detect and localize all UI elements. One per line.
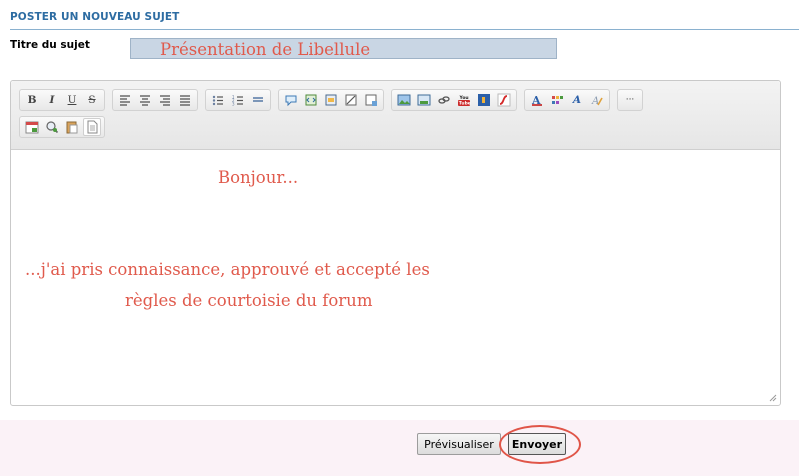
section-divider bbox=[10, 29, 799, 30]
spoiler-icon[interactable] bbox=[322, 91, 340, 109]
strikethrough-icon[interactable]: S bbox=[83, 91, 101, 109]
svg-text:3: 3 bbox=[232, 102, 235, 107]
toolbar-row-2 bbox=[19, 116, 112, 138]
align-center-icon[interactable] bbox=[136, 91, 154, 109]
upload-image-icon[interactable] bbox=[415, 91, 433, 109]
italic-icon[interactable]: I bbox=[43, 91, 61, 109]
svg-text:A: A bbox=[591, 96, 599, 107]
message-editor: B I U S 123 You Tube A A A ··· Bonjour..… bbox=[10, 80, 781, 406]
image-icon[interactable] bbox=[395, 91, 413, 109]
align-justify-icon[interactable] bbox=[176, 91, 194, 109]
align-right-icon[interactable] bbox=[156, 91, 174, 109]
bold-icon[interactable]: B bbox=[23, 91, 41, 109]
paste-icon[interactable] bbox=[63, 118, 81, 136]
editor-toolbar: B I U S 123 You Tube A A A ··· bbox=[11, 81, 780, 150]
source-mode-icon[interactable] bbox=[83, 118, 101, 136]
toolbar-row-1: B I U S 123 You Tube A A A ··· bbox=[19, 89, 650, 111]
subject-label: Titre du sujet bbox=[10, 39, 90, 51]
message-line-2: ...j'ai pris connaissance, approuvé et a… bbox=[25, 260, 430, 279]
color-palette-icon[interactable] bbox=[548, 91, 566, 109]
toolbar-group-text-style: B I U S bbox=[19, 89, 105, 111]
toolbar-group-more: ··· bbox=[617, 89, 643, 111]
hide-icon[interactable] bbox=[342, 91, 360, 109]
toolbar-group-media: You Tube bbox=[391, 89, 517, 111]
more-icon[interactable]: ··· bbox=[621, 91, 639, 109]
font-color-icon[interactable]: A bbox=[528, 91, 546, 109]
align-left-icon[interactable] bbox=[116, 91, 134, 109]
search-icon[interactable] bbox=[43, 118, 61, 136]
date-icon[interactable] bbox=[23, 118, 41, 136]
send-button[interactable]: Envoyer bbox=[508, 433, 566, 455]
action-bar bbox=[0, 420, 799, 476]
youtube-icon[interactable]: You Tube bbox=[455, 91, 473, 109]
numbered-list-icon[interactable]: 123 bbox=[229, 91, 247, 109]
youtube-label-tube: Tube bbox=[459, 101, 471, 107]
toolbar-group-blocks bbox=[278, 89, 384, 111]
preview-button[interactable]: Prévisualiser bbox=[417, 433, 501, 455]
section-title: POSTER UN NOUVEAU SUJET bbox=[10, 11, 180, 23]
font-face-icon[interactable]: A bbox=[568, 91, 586, 109]
quote-icon[interactable] bbox=[282, 91, 300, 109]
code-icon[interactable] bbox=[302, 91, 320, 109]
underline-icon[interactable]: U bbox=[63, 91, 81, 109]
subject-input[interactable]: Présentation de Libellule bbox=[130, 38, 557, 59]
dailymotion-icon[interactable] bbox=[475, 91, 493, 109]
flash-icon[interactable] bbox=[495, 91, 513, 109]
bulleted-list-icon[interactable] bbox=[209, 91, 227, 109]
horizontal-rule-icon[interactable] bbox=[249, 91, 267, 109]
toolbar-group-lists: 123 bbox=[205, 89, 271, 111]
link-icon[interactable] bbox=[435, 91, 453, 109]
message-line-1: Bonjour... bbox=[218, 168, 299, 187]
editor-content[interactable]: Bonjour... ...j'ai pris connaissance, ap… bbox=[11, 151, 780, 405]
toolbar-group-misc bbox=[19, 116, 105, 138]
toolbar-group-font: A A A bbox=[524, 89, 610, 111]
resize-grip-icon[interactable] bbox=[769, 394, 777, 402]
remove-format-icon[interactable]: A bbox=[588, 91, 606, 109]
message-line-3: règles de courtoisie du forum bbox=[125, 291, 373, 310]
toolbar-group-align bbox=[112, 89, 198, 111]
table-icon[interactable] bbox=[362, 91, 380, 109]
